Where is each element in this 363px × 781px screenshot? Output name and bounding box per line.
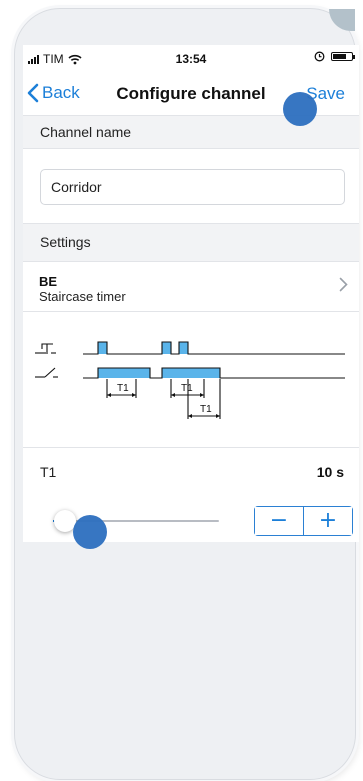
pulse-fills — [98, 342, 220, 378]
t1-dimension-label: T1 — [200, 404, 212, 415]
channel-name-row — [23, 149, 359, 223]
channel-name-input[interactable] — [40, 169, 345, 205]
settings-item-mode[interactable]: BE Staircase timer — [23, 262, 359, 312]
pushbutton-symbol — [35, 343, 56, 354]
battery-icon — [331, 52, 355, 61]
status-time: 13:54 — [175, 52, 207, 66]
signal-lines — [83, 341, 345, 419]
settings-header-label: Settings — [40, 234, 91, 250]
touch-indicator — [283, 92, 317, 126]
t1-label: T1 — [40, 464, 57, 480]
t1-value: 10 s — [316, 464, 344, 480]
corner-decoration — [329, 9, 355, 31]
timing-diagram: T1 T1 T1 — [23, 313, 359, 448]
timing-diagram-graphic: T1 T1 T1 — [35, 341, 345, 419]
alarm-icon — [314, 51, 325, 62]
settings-header: Settings — [23, 223, 359, 262]
chevron-right-icon — [339, 277, 348, 292]
decrement-button[interactable]: − — [255, 507, 304, 535]
mode-code: BE — [39, 274, 58, 289]
status-right — [314, 51, 355, 62]
t1-dimension-label: T1 — [117, 383, 129, 394]
t1-dimension-label: T1 — [181, 383, 193, 394]
mode-description: Staircase timer — [39, 289, 126, 304]
t1-stepper: − + — [254, 506, 353, 536]
touch-indicator — [73, 515, 107, 549]
status-bar: TIM 13:54 — [23, 45, 359, 73]
channel-name-header-label: Channel name — [40, 124, 132, 140]
contact-symbol — [35, 367, 58, 378]
increment-button[interactable]: + — [304, 507, 352, 535]
